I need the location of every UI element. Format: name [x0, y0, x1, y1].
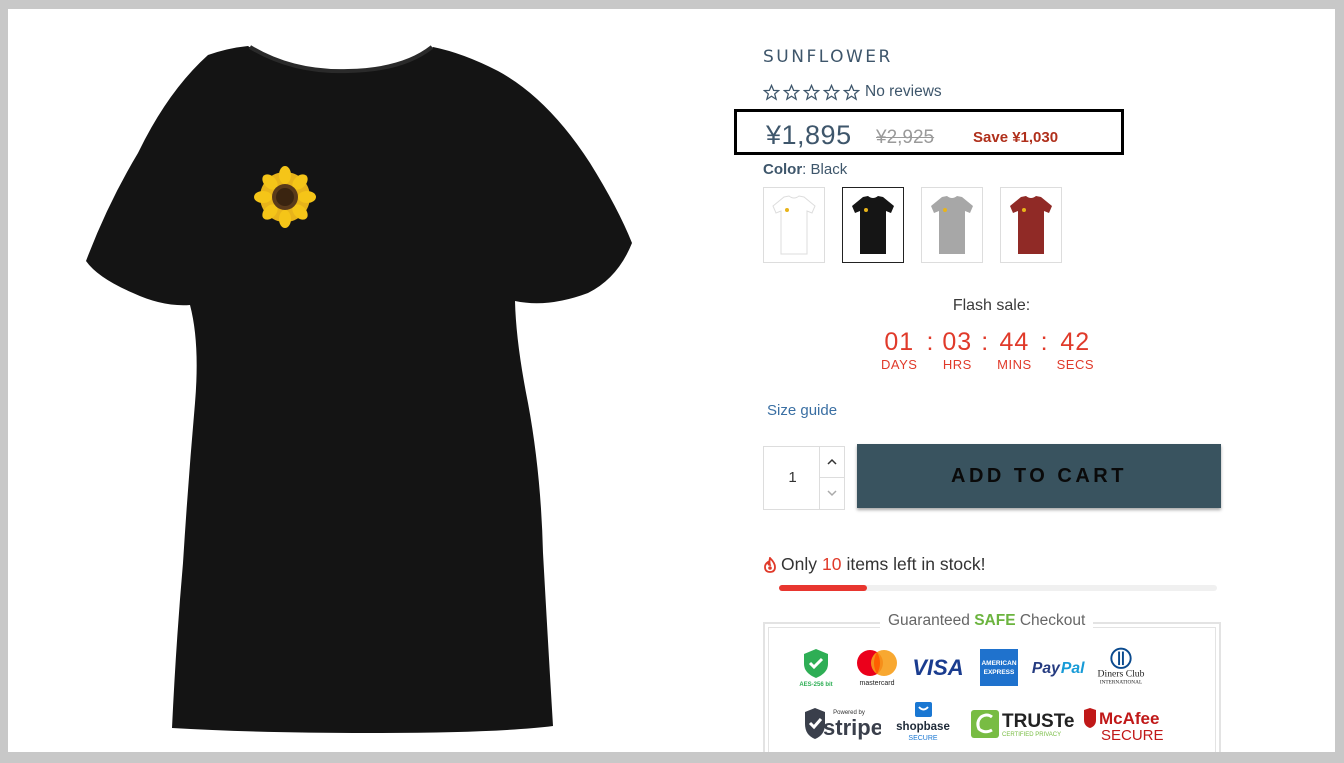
- star-empty-icon: [803, 83, 820, 101]
- security-badges-row: Powered by stripe shopbase SECURE TRUSTe…: [797, 700, 1177, 748]
- amex-text-1: AMERICAN: [981, 660, 1016, 667]
- mcafee-text-2: SECURE: [1101, 727, 1164, 744]
- star-empty-icon: [783, 83, 800, 101]
- hours-value: 03: [942, 328, 973, 356]
- diners-text-1: Diners Club: [1098, 669, 1145, 680]
- stock-count: 10: [821, 554, 842, 574]
- color-label: Color: [763, 161, 803, 178]
- stock-notice: Only 10 items left in stock!: [763, 554, 986, 575]
- quantity-stepper: 1: [763, 446, 845, 510]
- quantity-decrease-button[interactable]: [819, 478, 844, 509]
- secs-value: 42: [1060, 328, 1091, 356]
- mins-label: MINS: [997, 357, 1032, 372]
- mastercard-badge: mastercard: [848, 646, 906, 688]
- stripe-badge: Powered by stripe: [797, 702, 881, 746]
- fire-icon: [764, 556, 776, 573]
- product-title: SUNFLOWER: [763, 47, 893, 67]
- countdown-separator: :: [981, 328, 989, 356]
- chevron-down-icon: [827, 490, 837, 497]
- swatch-red[interactable]: [1000, 187, 1062, 263]
- countdown-hours: 03 HRS: [942, 327, 972, 372]
- shopbase-text-2: SECURE: [908, 735, 938, 742]
- truste-text-1: TRUSTe: [1002, 711, 1074, 732]
- aes-text: AES-256 bit: [799, 682, 832, 688]
- tshirt-white-icon: [772, 195, 816, 255]
- truste-badge: TRUSTe CERTIFIED PRIVACY: [967, 702, 1077, 746]
- color-colon: :: [802, 161, 811, 178]
- tshirt-grey-icon: [931, 196, 973, 254]
- sale-price: ¥1,895: [766, 120, 852, 150]
- reviews-count: No reviews: [865, 83, 942, 100]
- payment-badges-row: AES-256 bit mastercard VISA AMERICAN EXP…: [787, 646, 1153, 688]
- swatch-black[interactable]: [842, 187, 904, 263]
- safe-checkout-title: Guaranteed SAFE Checkout: [880, 612, 1094, 630]
- hours-label: HRS: [942, 357, 972, 372]
- color-selected: Color: Black: [763, 161, 847, 178]
- product-page: SUNFLOWER No reviews ¥1,895 ¥2,925 Save …: [8, 9, 1335, 752]
- chevron-up-icon: [827, 458, 837, 465]
- visa-text: VISA: [912, 655, 963, 680]
- color-value: Black: [810, 161, 848, 178]
- swatch-white[interactable]: [763, 187, 825, 263]
- visa-badge: VISA: [909, 646, 967, 688]
- tshirt-black-icon: [852, 196, 894, 254]
- american-express-badge: AMERICAN EXPRESS: [970, 646, 1028, 688]
- paypal-text-2: Pal: [1061, 660, 1085, 677]
- stripe-text: stripe: [823, 715, 881, 740]
- truste-text-2: CERTIFIED PRIVACY: [1002, 732, 1061, 738]
- countdown-mins: 44 MINS: [997, 327, 1032, 372]
- save-amount: Save ¥1,030: [973, 129, 1059, 146]
- product-image[interactable]: [78, 43, 638, 743]
- stock-suffix: items left in stock!: [846, 554, 986, 574]
- paypal-badge: Pay Pal: [1031, 646, 1089, 688]
- countdown-separator: :: [926, 328, 934, 356]
- compare-price: ¥2,925: [876, 127, 935, 148]
- size-guide-link[interactable]: Size guide: [767, 402, 837, 419]
- tshirt-image: [86, 45, 632, 733]
- product-info: SUNFLOWER No reviews ¥1,895 ¥2,925 Save …: [734, 9, 1233, 752]
- days-label: DAYS: [881, 357, 918, 372]
- quantity-increase-button[interactable]: [819, 447, 844, 478]
- diners-club-badge: Diners Club INTERNATIONAL: [1092, 646, 1150, 688]
- shopbase-text-1: shopbase: [896, 721, 950, 733]
- stock-progress-bar: [779, 585, 1217, 591]
- stock-prefix: Only: [781, 554, 817, 574]
- mcafee-text-1: McAfee: [1099, 709, 1159, 728]
- add-to-cart-button[interactable]: ADD TO CART: [857, 444, 1221, 508]
- price-box: ¥1,895 ¥2,925 Save ¥1,030: [734, 109, 1124, 155]
- amex-text-2: EXPRESS: [984, 669, 1015, 676]
- countdown-secs: 42 SECS: [1057, 327, 1094, 372]
- days-value: 01: [884, 328, 915, 356]
- countdown-days: 01 DAYS: [881, 327, 917, 372]
- countdown-separator: :: [1040, 328, 1048, 356]
- star-empty-icon: [763, 83, 780, 101]
- aes-256-bit-badge: AES-256 bit: [787, 646, 845, 688]
- safe-checkout-box: Guaranteed SAFE Checkout AES-256 bit mas…: [763, 612, 1221, 752]
- countdown-timer: 01 DAYS : 03 HRS : 44 MINS : 42 SECS: [881, 327, 1094, 372]
- stock-progress-fill: [779, 585, 867, 591]
- tshirt-red-icon: [1010, 196, 1052, 254]
- swatch-grey[interactable]: [921, 187, 983, 263]
- color-swatches: [763, 187, 1079, 263]
- product-rating[interactable]: No reviews: [763, 83, 942, 101]
- star-empty-icon: [843, 83, 860, 101]
- paypal-text-1: Pay: [1032, 660, 1061, 677]
- quantity-input[interactable]: 1: [764, 447, 821, 509]
- flash-sale-label: Flash sale:: [952, 297, 1031, 314]
- mins-value: 44: [999, 328, 1030, 356]
- mcafee-badge: McAfee SECURE: [1080, 702, 1174, 746]
- secs-label: SECS: [1056, 357, 1095, 372]
- shopbase-badge: shopbase SECURE: [888, 700, 958, 748]
- mastercard-text: mastercard: [859, 680, 894, 687]
- diners-text-2: INTERNATIONAL: [1100, 679, 1142, 685]
- star-empty-icon: [823, 83, 840, 101]
